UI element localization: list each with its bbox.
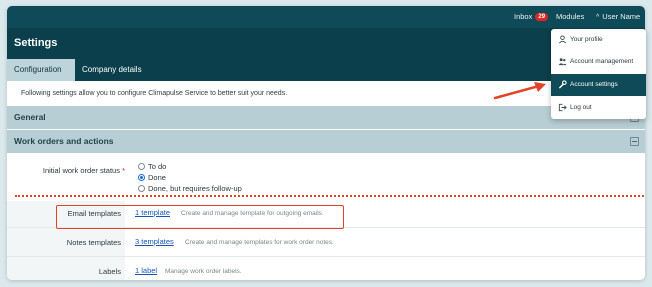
tab-configuration[interactable]: Configuration — [7, 59, 75, 81]
logout-icon — [558, 103, 567, 112]
inbox-link[interactable]: Inbox 29 — [514, 12, 549, 21]
menu-item-label: Account management — [570, 58, 634, 65]
user-name-label: User Name — [602, 12, 641, 21]
section-work-orders-title: Work orders and actions — [14, 136, 114, 146]
chevron-up-icon: ^ — [596, 14, 600, 21]
menu-item-account-management[interactable]: Account management — [551, 51, 646, 73]
initial-status-label: Initial work order status * — [15, 166, 125, 175]
radio-to-do[interactable] — [138, 163, 145, 170]
menu-item-label: Your profile — [570, 36, 603, 43]
menu-item-label: Log out — [570, 104, 592, 111]
notes-templates-link[interactable]: 3 templates — [135, 237, 174, 246]
row-divider — [7, 256, 645, 257]
users-icon — [558, 58, 567, 66]
radio-done[interactable] — [138, 174, 145, 181]
user-dropdown-menu: Your profile Account management Account … — [551, 29, 646, 119]
user-icon — [559, 35, 566, 44]
radio-done-follow-up-label: Done, but requires follow-up — [148, 184, 242, 193]
page-title: Settings — [14, 37, 58, 49]
annotation-dotted-line — [15, 195, 644, 197]
inbox-label: Inbox — [514, 12, 533, 21]
page-header: Settings Configuration Company details — [7, 28, 645, 81]
radio-done-label: Done — [148, 173, 166, 182]
menu-item-account-settings[interactable]: Account settings — [551, 74, 646, 96]
intro-text: Following settings allow you to configur… — [7, 81, 645, 106]
notes-templates-label: Notes templates — [66, 238, 121, 247]
labels-link[interactable]: 1 label — [135, 266, 157, 275]
user-menu-toggle[interactable]: ^ User Name — [596, 12, 640, 21]
section-general-title: General — [14, 112, 46, 122]
labels-description: Manage work order labels. — [165, 268, 242, 275]
modules-link[interactable]: Modules — [556, 12, 584, 21]
menu-item-your-profile[interactable]: Your profile — [551, 29, 646, 51]
required-marker: * — [122, 166, 125, 175]
annotation-highlight-box — [56, 205, 344, 229]
collapse-icon[interactable] — [630, 137, 639, 146]
menu-item-label: Account settings — [570, 81, 618, 88]
radio-to-do-label: To do — [148, 162, 167, 171]
initial-status-label-text: Initial work order status — [42, 166, 120, 175]
annotation-arrow — [493, 82, 546, 100]
wrench-icon — [559, 80, 567, 89]
section-general[interactable]: General — [7, 106, 645, 129]
top-navigation-bar: Inbox 29 Modules ^ User Name — [7, 6, 645, 28]
section-work-orders[interactable]: Work orders and actions — [7, 130, 645, 153]
notes-templates-description: Create and manage templates for work ord… — [185, 239, 334, 246]
tab-company-details[interactable]: Company details — [75, 59, 155, 81]
inbox-count-badge: 29 — [535, 13, 549, 21]
radio-done-follow-up[interactable] — [138, 185, 145, 192]
menu-item-log-out[interactable]: Log out — [551, 97, 646, 119]
app-window: Inbox 29 Modules ^ User Name Settings Conf… — [7, 6, 645, 280]
labels-label: Labels — [98, 267, 121, 276]
